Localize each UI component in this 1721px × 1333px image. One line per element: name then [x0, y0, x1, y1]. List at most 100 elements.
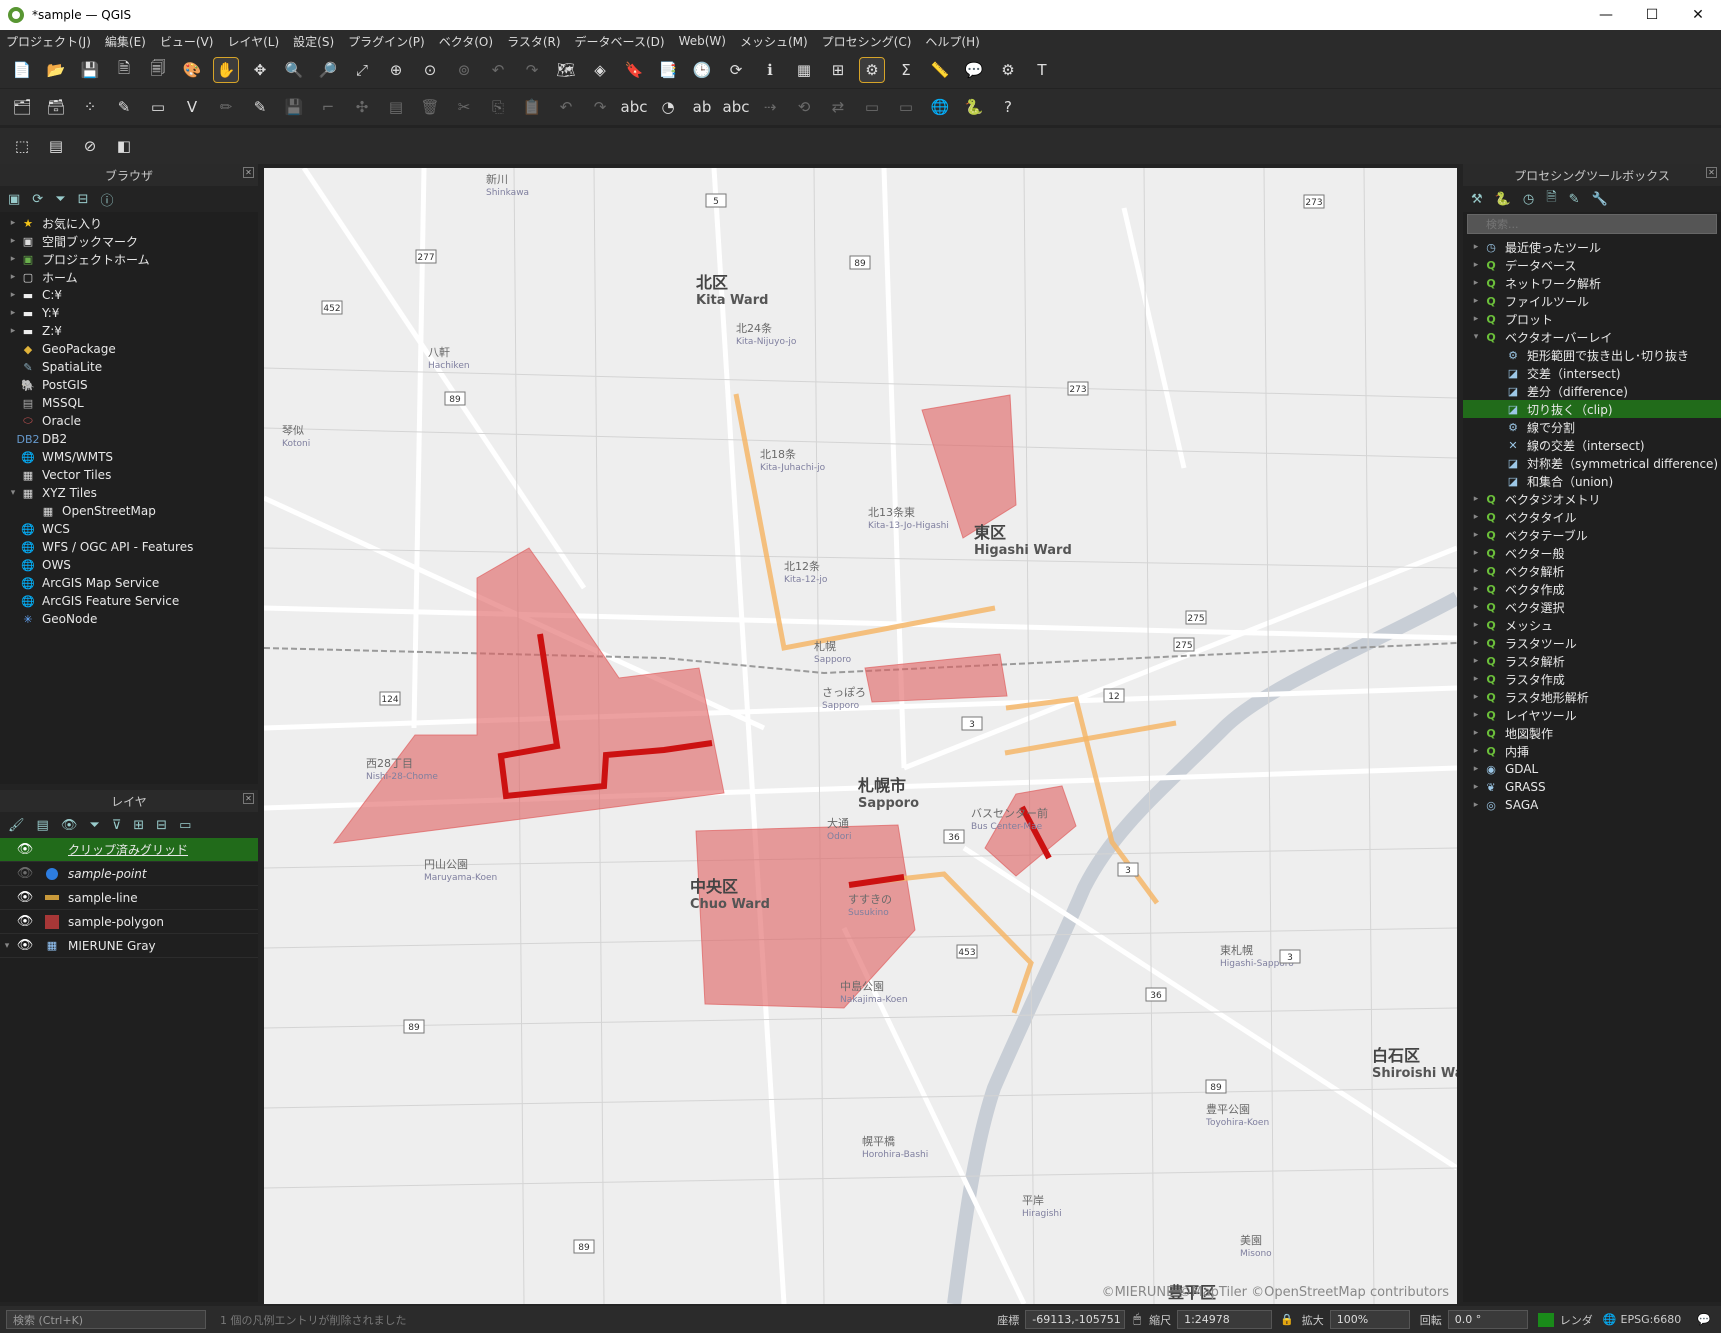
menu-item[interactable]: プロセシング(C): [822, 33, 912, 50]
processing-item[interactable]: ▸ Q レイヤツール: [1463, 706, 1721, 724]
expand-all-icon[interactable]: ⊞: [133, 818, 144, 833]
current-edits-icon[interactable]: ✏: [214, 95, 238, 119]
layer-item[interactable]: 👁 sample-polygon: [0, 910, 258, 934]
history-icon[interactable]: ◷: [1523, 192, 1534, 207]
expand-arrow-icon[interactable]: ▸: [1469, 548, 1483, 558]
save-project-icon[interactable]: 💾: [78, 58, 102, 82]
filter-legend-icon[interactable]: ⏷: [89, 818, 99, 833]
style-manager-icon[interactable]: 🎨: [180, 58, 204, 82]
browser-item[interactable]: ▸ ▢ ホーム: [0, 268, 258, 286]
expand-arrow-icon[interactable]: ▸: [1469, 242, 1483, 252]
processing-item[interactable]: ▸ Q 内挿: [1463, 742, 1721, 760]
expand-arrow-icon[interactable]: ▾: [0, 941, 14, 951]
label-toolbar-icon[interactable]: abc: [621, 95, 648, 119]
visibility-eye-icon[interactable]: 👁: [14, 842, 36, 857]
minimize-button[interactable]: —: [1583, 0, 1629, 30]
rotation-spinbox[interactable]: 0.0 °: [1447, 1310, 1528, 1329]
filter-expression-icon[interactable]: ⊽: [112, 818, 122, 833]
edit-features-icon[interactable]: ✎: [1569, 192, 1580, 207]
new-print-layout-icon[interactable]: 🗎: [112, 58, 136, 82]
browser-item[interactable]: ▦ Vector Tiles: [0, 466, 258, 484]
menu-item[interactable]: レイヤ(L): [227, 33, 279, 50]
expand-arrow-icon[interactable]: ▸: [1469, 494, 1483, 504]
processing-item[interactable]: ▸ Q ラスタツール: [1463, 634, 1721, 652]
measure-icon[interactable]: 📏: [928, 58, 952, 82]
paste-icon[interactable]: 📋: [520, 95, 544, 119]
show-bookmarks-icon[interactable]: 📑: [656, 58, 680, 82]
expand-arrow-icon[interactable]: ▸: [1469, 260, 1483, 270]
refresh-icon[interactable]: ⟳: [32, 192, 43, 207]
processing-item[interactable]: ⚙ 矩形範囲で抜き出し･切り抜き: [1463, 346, 1721, 364]
toggle-editing-icon[interactable]: ✎: [248, 95, 272, 119]
add-layer-icon[interactable]: ▣: [8, 192, 20, 207]
refresh-icon[interactable]: ⟳: [724, 58, 748, 82]
expand-arrow-icon[interactable]: ▾: [6, 488, 20, 498]
expand-arrow-icon[interactable]: ▸: [1469, 278, 1483, 288]
expand-arrow-icon[interactable]: ▾: [1469, 332, 1483, 342]
zoom-native-icon[interactable]: ⊚: [452, 58, 476, 82]
browser-item[interactable]: ▸ ★ お気に入り: [0, 214, 258, 232]
processing-item[interactable]: ▸ Q ベクタテーブル: [1463, 526, 1721, 544]
processing-item[interactable]: ▾ Q ベクタオーバーレイ: [1463, 328, 1721, 346]
browser-item[interactable]: ▸ ▣ 空間ブックマーク: [0, 232, 258, 250]
browser-item[interactable]: ▸ ▬ Z:¥: [0, 322, 258, 340]
move-label-icon[interactable]: ⇢: [758, 95, 782, 119]
processing-item[interactable]: ▸ Q プロット: [1463, 310, 1721, 328]
processing-item[interactable]: ▸ Q ファイルツール: [1463, 292, 1721, 310]
browser-item[interactable]: ◆ GeoPackage: [0, 340, 258, 358]
browser-item[interactable]: 🌐 WCS: [0, 520, 258, 538]
maximize-button[interactable]: ☐: [1629, 0, 1675, 30]
menu-item[interactable]: ラスタ(R): [507, 33, 560, 50]
pan-icon[interactable]: ✋: [213, 57, 239, 83]
expand-arrow-icon[interactable]: ▸: [6, 290, 20, 300]
crs-button[interactable]: EPSG:6680: [1621, 1313, 1682, 1326]
label-more-icon[interactable]: ▭: [894, 95, 918, 119]
menu-item[interactable]: ヘルプ(H): [925, 33, 979, 50]
field-calculator-icon[interactable]: ⊞: [826, 58, 850, 82]
browser-item[interactable]: 🌐 ArcGIS Feature Service: [0, 592, 258, 610]
lock-scale-icon[interactable]: 🔒: [1280, 1313, 1294, 1326]
new-spatialite-icon[interactable]: ✎: [112, 95, 136, 119]
menu-item[interactable]: メッシュ(M): [740, 33, 808, 50]
processing-item[interactable]: ◪ 差分（difference): [1463, 382, 1721, 400]
menu-item[interactable]: 設定(S): [293, 33, 334, 50]
processing-item[interactable]: ▸ Q ラスタ解析: [1463, 652, 1721, 670]
filter-icon[interactable]: ⏷: [55, 192, 65, 207]
map-tips-icon[interactable]: 💬: [962, 58, 986, 82]
locator-search-input[interactable]: 検索 (Ctrl+K): [6, 1310, 206, 1329]
new-virtual-layer-icon[interactable]: ▭: [146, 95, 170, 119]
browser-item[interactable]: ✳ GeoNode: [0, 610, 258, 628]
menu-item[interactable]: プロジェクト(J): [6, 33, 91, 50]
visibility-eye-icon[interactable]: 👁: [14, 914, 36, 929]
expand-arrow-icon[interactable]: ▸: [1469, 656, 1483, 666]
python-console-icon[interactable]: 🐍: [962, 95, 986, 119]
pin-labels-icon[interactable]: ab: [690, 95, 714, 119]
processing-item[interactable]: ◪ 対称差（symmetrical difference): [1463, 454, 1721, 472]
close-button[interactable]: ✕: [1675, 0, 1721, 30]
zoom-full-icon[interactable]: ⤢: [350, 58, 374, 82]
undo-icon[interactable]: ↶: [554, 95, 578, 119]
layer-item[interactable]: ▾ 👁 ▦ MIERUNE Gray: [0, 934, 258, 958]
menu-item[interactable]: ビュー(V): [160, 33, 214, 50]
expand-arrow-icon[interactable]: ▸: [1469, 764, 1483, 774]
processing-item[interactable]: ▸ ◉ GDAL: [1463, 760, 1721, 778]
expand-arrow-icon[interactable]: ▸: [6, 236, 20, 246]
save-edits-icon[interactable]: 💾: [282, 95, 306, 119]
zoom-in-icon[interactable]: 🔍: [282, 58, 306, 82]
expand-arrow-icon[interactable]: ▸: [1469, 782, 1483, 792]
help-icon[interactable]: ?: [996, 95, 1020, 119]
browser-item[interactable]: 🌐 ArcGIS Map Service: [0, 574, 258, 592]
expand-arrow-icon[interactable]: ▸: [1469, 530, 1483, 540]
statistics-icon[interactable]: Σ: [894, 58, 918, 82]
python-scripts-icon[interactable]: 🐍: [1495, 192, 1511, 207]
processing-item[interactable]: ▸ Q ベクタジオメトリ: [1463, 490, 1721, 508]
add-group-icon[interactable]: ▤: [37, 818, 49, 833]
layer-item[interactable]: 👁 sample-point: [0, 862, 258, 886]
processing-item[interactable]: ⚙ 線で分割: [1463, 418, 1721, 436]
coordinate-field[interactable]: -69113,-105751: [1025, 1310, 1126, 1329]
browser-item[interactable]: ▸ ▬ Y:¥: [0, 304, 258, 322]
processing-item[interactable]: ▸ Q ラスタ作成: [1463, 670, 1721, 688]
show-labels-icon[interactable]: abc: [723, 95, 750, 119]
expand-arrow-icon[interactable]: ▸: [1469, 728, 1483, 738]
menu-item[interactable]: データベース(D): [575, 33, 665, 50]
